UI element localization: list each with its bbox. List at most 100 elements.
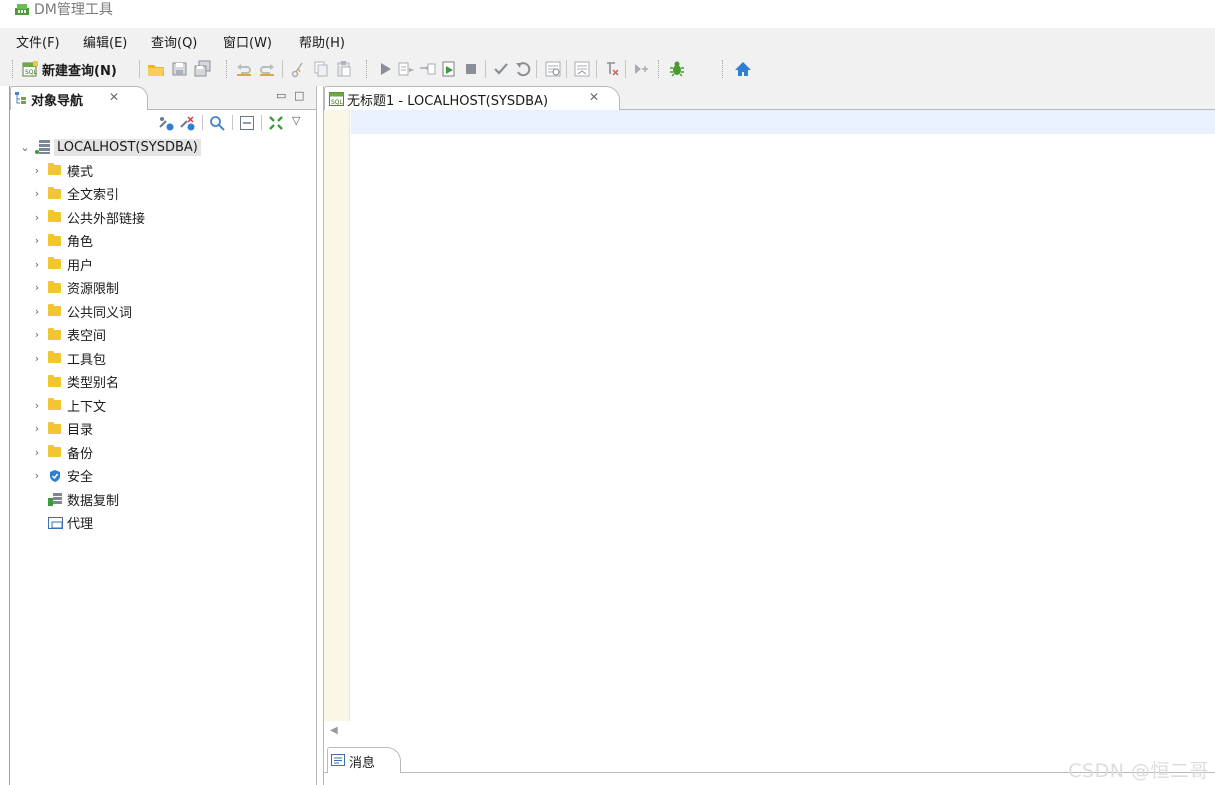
agent-icon [48, 517, 63, 529]
toolbar-grip [658, 60, 660, 78]
chevron-right-icon[interactable]: › [30, 234, 44, 247]
check-icon [494, 63, 508, 75]
tree-item[interactable]: › 模式 [10, 159, 93, 181]
menu-bar: 文件(F) 编辑(E) 查询(Q) 窗口(W) 帮助(H) [0, 28, 1215, 52]
sql-file-icon: SQL [329, 92, 344, 106]
rollback-button[interactable] [514, 60, 532, 78]
cut-icon [291, 62, 303, 78]
tree-item[interactable]: › 公共同义词 [10, 300, 132, 322]
save-all-button[interactable] [194, 60, 212, 78]
link-with-editor-icon[interactable] [268, 115, 284, 131]
chevron-right-icon[interactable]: › [30, 187, 44, 200]
tree-root-localhost[interactable]: ⌄ LOCALHOST(SYSDBA) [18, 136, 201, 158]
redo-button[interactable] [258, 60, 276, 78]
tree-item-label: 目录 [67, 423, 94, 438]
toolbar: SQL 新建查询(N) [0, 52, 1215, 86]
chevron-right-icon[interactable]: › [30, 399, 44, 412]
folder-icon [48, 304, 61, 316]
tree-item[interactable]: 代理 [10, 512, 93, 534]
tree-item[interactable]: 类型别名 [10, 371, 119, 393]
tab-untitled-query[interactable]: SQL 无标题1 - LOCALHOST(SYSDBA) ✕ [324, 86, 620, 110]
tree-item[interactable]: › 用户 [10, 253, 93, 275]
tree-item[interactable]: › 全文索引 [10, 183, 119, 205]
play-icon [381, 63, 391, 75]
home-button[interactable] [734, 60, 752, 78]
run-script-button[interactable] [440, 60, 458, 78]
tree-item[interactable]: › 上下文 [10, 394, 106, 416]
tool-separator [232, 115, 233, 130]
svg-text:SQL: SQL [331, 99, 344, 106]
cut-button[interactable] [289, 60, 307, 78]
chevron-right-icon[interactable]: › [30, 305, 44, 318]
close-icon[interactable]: ✕ [109, 90, 119, 104]
horizontal-scrollbar[interactable]: ◀ [324, 721, 1215, 741]
tree-item[interactable]: › 备份 [10, 441, 93, 463]
undo-button[interactable] [235, 60, 253, 78]
commit-button[interactable] [492, 60, 510, 78]
chevron-right-icon[interactable]: › [30, 164, 44, 177]
folder-icon [48, 398, 61, 410]
chevron-right-icon[interactable]: › [30, 446, 44, 459]
home-icon [735, 62, 751, 76]
step-into-button[interactable] [397, 60, 415, 78]
chevron-right-icon[interactable]: › [30, 258, 44, 271]
tab-messages[interactable]: 消息 [327, 747, 401, 773]
chevron-right-icon[interactable]: › [30, 211, 44, 224]
tree-item[interactable]: › 表空间 [10, 324, 106, 346]
explain-button[interactable] [544, 60, 562, 78]
menu-help[interactable]: 帮助(H) [299, 32, 345, 51]
folder-icon [48, 210, 61, 222]
tree-item-label: 类型别名 [67, 376, 120, 391]
tree-item[interactable]: › 公共外部链接 [10, 206, 145, 228]
menu-query[interactable]: 查询(Q) [151, 32, 197, 51]
current-line-highlight[interactable] [351, 110, 1215, 134]
connect-icon[interactable] [158, 115, 174, 131]
chevron-right-icon[interactable]: › [30, 281, 44, 294]
format-button[interactable] [603, 60, 621, 78]
bug-icon [670, 61, 684, 77]
minimize-icon[interactable]: ▭ [276, 89, 286, 102]
tool-separator [202, 115, 203, 130]
save-all-icon [194, 60, 211, 77]
menu-window[interactable]: 窗口(W) [223, 32, 272, 51]
tree-item[interactable]: 数据复制 [10, 488, 119, 510]
close-icon[interactable]: ✕ [589, 90, 599, 104]
search-icon[interactable] [209, 115, 225, 131]
editor-tabbar: SQL 无标题1 - LOCALHOST(SYSDBA) ✕ [324, 86, 1215, 110]
save-button[interactable] [171, 60, 189, 78]
chevron-right-icon[interactable]: › [30, 469, 44, 482]
tree-item[interactable]: › 角色 [10, 230, 93, 252]
debug-button[interactable] [668, 60, 686, 78]
menu-file[interactable]: 文件(F) [16, 32, 60, 51]
compare-button[interactable] [632, 60, 650, 78]
window-title: DM管理工具 [34, 2, 113, 18]
new-query-button[interactable]: SQL 新建查询(N) [22, 60, 117, 79]
open-folder-icon [148, 65, 164, 76]
open-file-button[interactable] [147, 60, 165, 78]
chevron-right-icon[interactable]: › [30, 328, 44, 341]
explain-icon [545, 61, 561, 77]
disconnect-icon[interactable] [179, 115, 195, 131]
copy-button[interactable] [312, 60, 330, 78]
step-over-button[interactable] [418, 60, 436, 78]
folder-icon [48, 351, 61, 363]
paste-button[interactable] [335, 60, 353, 78]
trace-button[interactable] [573, 60, 591, 78]
view-menu-icon[interactable]: ▽ [292, 114, 300, 127]
folder-icon [48, 374, 61, 387]
tree-item[interactable]: › 安全 [10, 465, 93, 487]
tree-item[interactable]: › 资源限制 [10, 277, 119, 299]
tree-item[interactable]: › 目录 [10, 418, 93, 440]
tab-object-navigator[interactable]: 对象导航 ✕ [10, 86, 148, 110]
folder-icon [48, 233, 61, 246]
stop-button[interactable] [462, 60, 480, 78]
tree-item[interactable]: › 工具包 [10, 347, 106, 369]
chevron-right-icon[interactable]: › [30, 352, 44, 365]
maximize-icon[interactable]: □ [294, 89, 304, 102]
chevron-right-icon[interactable]: › [30, 422, 44, 435]
collapse-all-icon[interactable] [239, 115, 255, 131]
chevron-down-icon[interactable]: ⌄ [18, 141, 32, 154]
execute-button[interactable] [376, 60, 394, 78]
scroll-left-icon[interactable]: ◀ [330, 725, 338, 736]
menu-edit[interactable]: 编辑(E) [83, 32, 127, 51]
